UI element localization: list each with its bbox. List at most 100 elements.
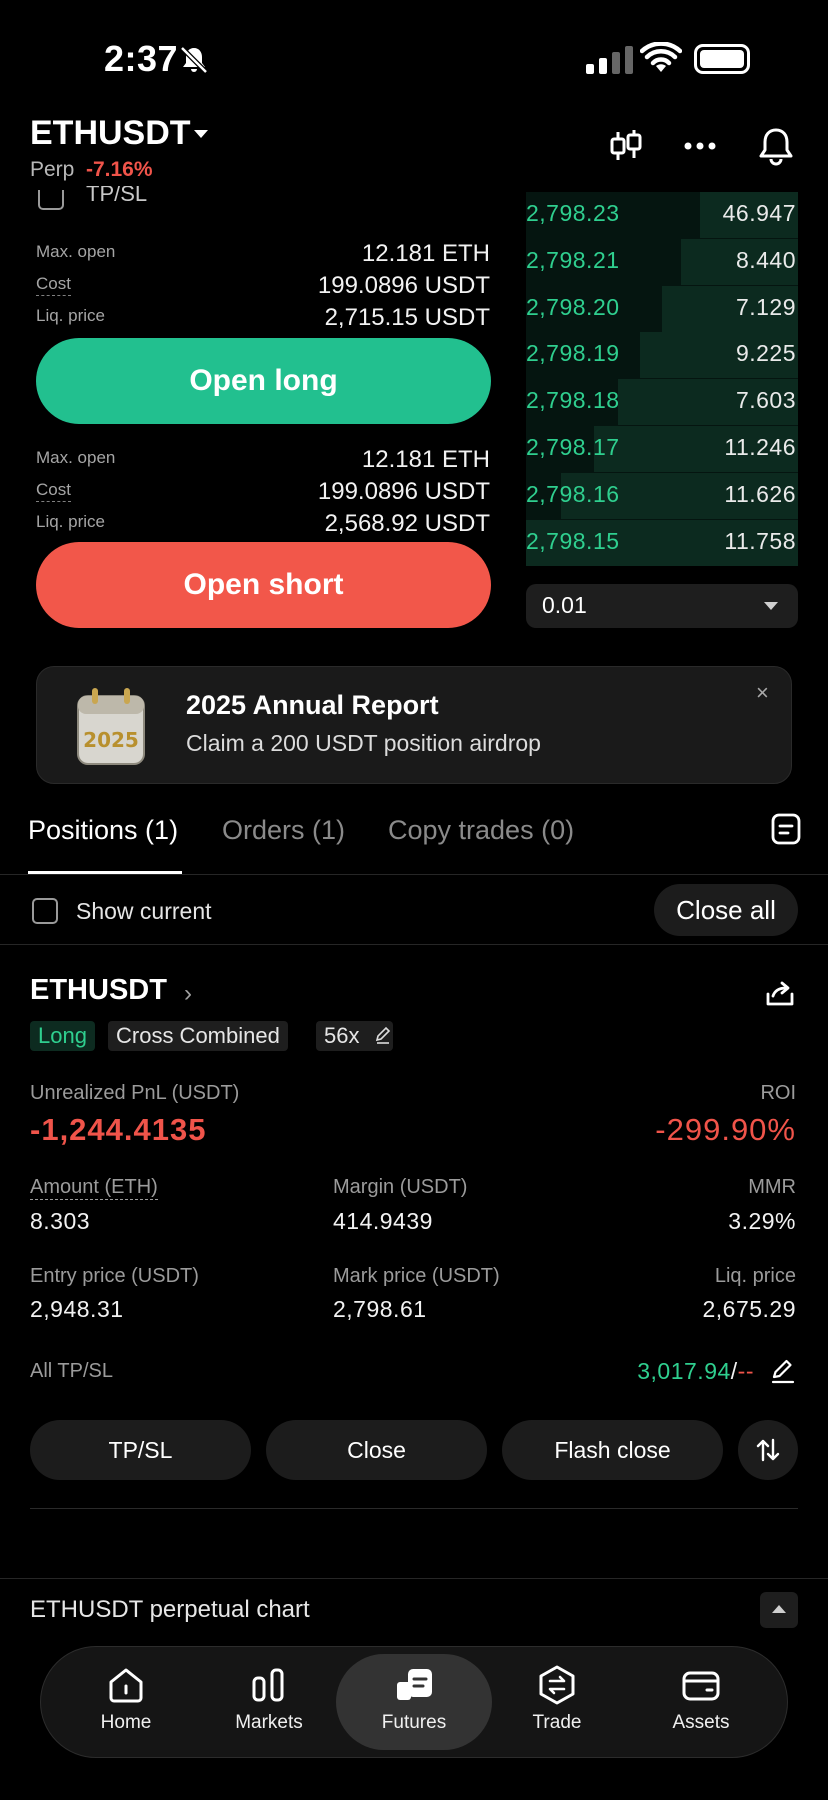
liq-price-label: Liq. price bbox=[36, 306, 105, 325]
ask-price: 2,798.21 bbox=[526, 246, 620, 273]
share-icon[interactable] bbox=[764, 978, 796, 1010]
max-open-value: 12.181 ETH bbox=[361, 240, 490, 267]
order-book-row[interactable]: 2,798.17 11.246 bbox=[526, 426, 798, 472]
chevron-up-icon[interactable] bbox=[760, 1592, 798, 1628]
price-step-value: 0.01 bbox=[542, 592, 587, 618]
divider bbox=[0, 944, 828, 945]
tpsl-separator: / bbox=[730, 1358, 738, 1384]
chevron-right-icon[interactable]: › bbox=[184, 980, 192, 1008]
candlestick-icon[interactable] bbox=[606, 126, 646, 166]
ask-price: 2,798.18 bbox=[526, 387, 620, 414]
divider bbox=[0, 874, 828, 875]
calendar-2025-icon: 2025 bbox=[77, 688, 145, 765]
battery-icon bbox=[694, 44, 750, 74]
divider bbox=[0, 1578, 828, 1579]
all-tpsl-label: All TP/SL bbox=[30, 1360, 113, 1382]
open-short-button[interactable]: Open short bbox=[36, 542, 491, 628]
order-book-row[interactable]: 2,798.16 11.626 bbox=[526, 472, 798, 519]
close-position-button[interactable]: Close bbox=[266, 1420, 487, 1480]
flash-close-button[interactable]: Flash close bbox=[502, 1420, 723, 1480]
show-current-checkbox[interactable] bbox=[32, 898, 58, 924]
max-open-label: Max. open bbox=[36, 242, 116, 261]
cost-value: 199.0896 USDT bbox=[317, 272, 490, 299]
order-book-row[interactable]: 2,798.18 7.603 bbox=[526, 379, 798, 426]
nav-home[interactable]: Home bbox=[71, 1664, 181, 1734]
banner-title: 2025 Annual Report bbox=[186, 690, 439, 720]
home-icon bbox=[109, 1668, 143, 1703]
markets-icon bbox=[252, 1668, 284, 1702]
ask-quantity: 8.440 bbox=[735, 246, 796, 273]
nav-markets-label: Markets bbox=[235, 1712, 303, 1733]
order-book-row[interactable]: 2,798.20 7.129 bbox=[526, 285, 798, 332]
pair-title[interactable]: ETHUSDT bbox=[30, 114, 191, 153]
bell-icon[interactable] bbox=[756, 126, 796, 166]
reverse-position-button[interactable] bbox=[738, 1420, 798, 1480]
ask-price: 2,798.16 bbox=[526, 480, 620, 507]
tpsl-checkbox[interactable] bbox=[38, 190, 64, 210]
ask-price: 2,798.17 bbox=[526, 434, 620, 460]
nav-home-label: Home bbox=[100, 1712, 152, 1733]
mark-price-value: 2,798.61 bbox=[333, 1296, 427, 1322]
take-profit-value: 3,017.94 bbox=[637, 1358, 731, 1384]
caret-down-icon[interactable] bbox=[764, 602, 778, 610]
swap-arrows-icon bbox=[756, 1438, 780, 1462]
amount-value: 8.303 bbox=[30, 1208, 91, 1234]
order-book-row[interactable]: 2,798.15 11.758 bbox=[526, 519, 798, 566]
show-current-label[interactable]: Show current bbox=[76, 898, 212, 925]
amount-label[interactable]: Amount (ETH) bbox=[30, 1176, 158, 1200]
unrealized-pnl-label: Unrealized PnL (USDT) bbox=[30, 1082, 240, 1104]
ask-price: 2,798.23 bbox=[526, 200, 620, 226]
stop-loss-value: -- bbox=[737, 1358, 754, 1384]
nav-assets[interactable]: Assets bbox=[646, 1664, 756, 1734]
unrealized-pnl-value: -1,244.4135 bbox=[30, 1112, 207, 1147]
nav-trade-label: Trade bbox=[532, 1712, 582, 1733]
order-book-row[interactable]: 2,798.23 46.947 bbox=[526, 192, 798, 238]
roi-value: -299.90% bbox=[655, 1112, 796, 1147]
order-book-row[interactable]: 2,798.19 9.225 bbox=[526, 332, 798, 379]
contract-type: Perp bbox=[30, 158, 75, 181]
close-all-button[interactable]: Close all bbox=[654, 884, 798, 936]
liq-price-value: 2,675.29 bbox=[702, 1296, 796, 1322]
tab-positions[interactable]: Positions (1) bbox=[28, 815, 178, 846]
more-icon[interactable] bbox=[680, 126, 720, 166]
ask-quantity: 11.626 bbox=[724, 480, 796, 507]
divider bbox=[30, 1508, 798, 1509]
order-book-row[interactable]: 2,798.21 8.440 bbox=[526, 238, 798, 285]
nav-assets-label: Assets bbox=[672, 1712, 730, 1733]
ask-quantity: 11.246 bbox=[724, 434, 796, 460]
close-icon[interactable]: × bbox=[756, 680, 769, 706]
nav-futures-label: Futures bbox=[381, 1712, 447, 1733]
ask-quantity: 9.225 bbox=[735, 340, 796, 367]
tab-orders[interactable]: Orders (1) bbox=[222, 815, 345, 846]
mmr-value: 3.29% bbox=[728, 1208, 796, 1234]
tpsl-button[interactable]: TP/SL bbox=[30, 1420, 251, 1480]
chart-section-label[interactable]: ETHUSDT perpetual chart bbox=[30, 1596, 310, 1624]
banner-subtitle: Claim a 200 USDT position airdrop bbox=[186, 730, 541, 756]
wifi-icon bbox=[640, 42, 682, 72]
edit-icon[interactable] bbox=[770, 1358, 796, 1384]
wallet-icon bbox=[682, 1671, 720, 1701]
calendar-year: 2025 bbox=[83, 728, 139, 752]
tab-copy-trades[interactable]: Copy trades (0) bbox=[388, 815, 574, 846]
mmr-label: MMR bbox=[748, 1176, 796, 1198]
tpsl-values: 3,017.94/-- bbox=[637, 1358, 754, 1385]
margin-label: Margin (USDT) bbox=[333, 1176, 468, 1198]
status-time: 2:37 bbox=[104, 38, 179, 79]
order-history-icon[interactable] bbox=[770, 812, 802, 846]
trade-icon bbox=[539, 1665, 575, 1705]
edit-icon[interactable] bbox=[374, 1026, 392, 1044]
entry-price-label: Entry price (USDT) bbox=[30, 1265, 199, 1287]
cost-label[interactable]: Cost bbox=[36, 480, 71, 502]
nav-futures[interactable]: Futures bbox=[359, 1664, 469, 1734]
ask-price: 2,798.20 bbox=[526, 293, 620, 320]
liq-price-label: Liq. price bbox=[714, 1265, 796, 1287]
caret-down-icon[interactable] bbox=[194, 130, 208, 138]
bell-off-icon bbox=[180, 46, 208, 74]
nav-markets[interactable]: Markets bbox=[214, 1664, 324, 1734]
nav-trade[interactable]: Trade bbox=[502, 1664, 612, 1734]
cellular-signal-icon bbox=[586, 46, 633, 74]
mark-price-label: Mark price (USDT) bbox=[333, 1265, 500, 1287]
position-pair[interactable]: ETHUSDT bbox=[30, 974, 167, 1007]
open-long-button[interactable]: Open long bbox=[36, 338, 491, 424]
cost-label[interactable]: Cost bbox=[36, 274, 71, 296]
